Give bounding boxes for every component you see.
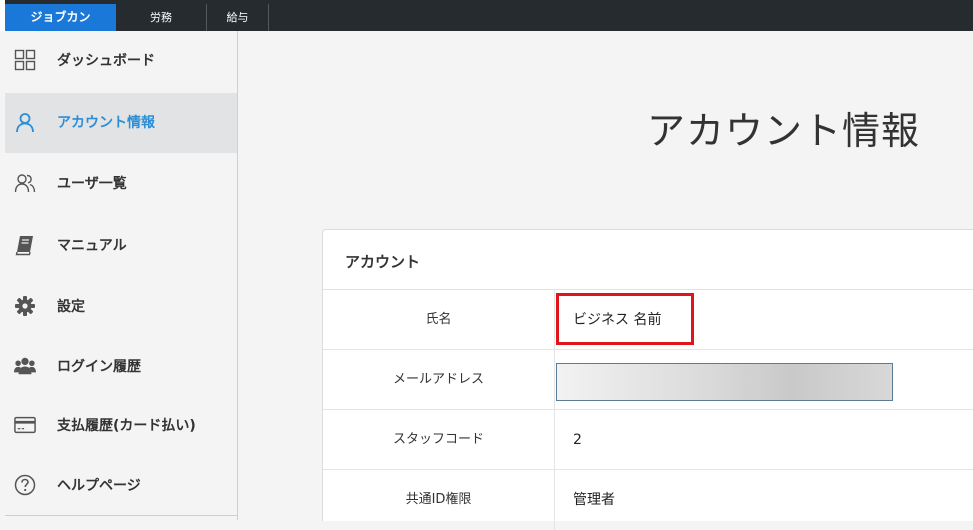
sidebar-item-label: ユーザ一覧 xyxy=(57,176,127,192)
group-icon xyxy=(14,355,36,377)
card-title: アカウント xyxy=(345,253,421,271)
sidebar-item-label: ヘルプページ xyxy=(57,478,141,494)
users-icon xyxy=(14,172,36,194)
tab-jobcan[interactable]: ジョブカン xyxy=(5,4,116,31)
sidebar-item-label: ダッシュボード xyxy=(57,53,155,69)
tab-roumu[interactable]: 労務 xyxy=(116,4,207,31)
sidebar-item-label: ログイン履歴 xyxy=(57,359,141,375)
sidebar-item-login-history[interactable]: ログイン履歴 xyxy=(5,337,237,397)
table-row-permission: 共通ID権限 管理者 xyxy=(323,470,973,530)
sidebar-item-manual[interactable]: マニュアル xyxy=(5,216,237,276)
sidebar-item-dashboard[interactable]: ダッシュボード xyxy=(5,31,237,91)
account-card: アカウント 氏名 ビジネス 名前 メールアドレス スタッフコード 2 共通ID権… xyxy=(322,229,973,530)
credit-card-icon xyxy=(14,414,36,436)
sidebar-item-help[interactable]: ヘルプページ xyxy=(5,456,237,516)
table-row-name: 氏名 ビジネス 名前 xyxy=(323,290,973,350)
permission-value: 管理者 xyxy=(573,492,615,508)
sidebar-item-label: 支払履歴(カード払い) xyxy=(57,418,196,434)
row-label: 共通ID権限 xyxy=(323,470,555,530)
row-label: 氏名 xyxy=(323,290,555,350)
tab-kyuyo[interactable]: 給与 xyxy=(207,4,269,31)
sidebar-divider xyxy=(5,515,237,516)
sidebar-item-label: アカウント情報 xyxy=(57,115,155,131)
help-circle-icon xyxy=(14,474,36,496)
email-field[interactable] xyxy=(556,363,893,401)
sidebar-item-label: 設定 xyxy=(57,299,85,315)
sidebar-item-payment-history[interactable]: 支払履歴(カード払い) xyxy=(5,396,237,456)
sidebar-item-label: マニュアル xyxy=(57,238,127,254)
sidebar-item-settings[interactable]: 設定 xyxy=(5,277,237,337)
sidebar-border xyxy=(237,31,238,520)
sidebar-item-user-list[interactable]: ユーザ一覧 xyxy=(5,154,237,214)
table-row-staff-code: スタッフコード 2 xyxy=(323,410,973,470)
page-title: アカウント情報 xyxy=(647,109,921,153)
row-label: スタッフコード xyxy=(323,410,555,470)
book-icon xyxy=(14,234,36,256)
sidebar: ダッシュボード アカウント情報 ユーザ一覧 マニュアル 設定 ログイン履歴 支払… xyxy=(5,31,238,520)
row-label: メールアドレス xyxy=(323,350,555,410)
sidebar-item-account-info[interactable]: アカウント情報 xyxy=(5,93,237,153)
dashboard-grid-icon xyxy=(14,49,36,71)
highlight-box xyxy=(556,293,694,345)
table-row-email: メールアドレス xyxy=(323,350,973,410)
card-header: アカウント xyxy=(323,230,973,290)
staff-code-value: 2 xyxy=(573,432,582,448)
gear-icon xyxy=(14,295,36,317)
top-nav-bar: ジョブカン 労務 給与 xyxy=(0,0,973,31)
user-icon xyxy=(14,111,36,133)
